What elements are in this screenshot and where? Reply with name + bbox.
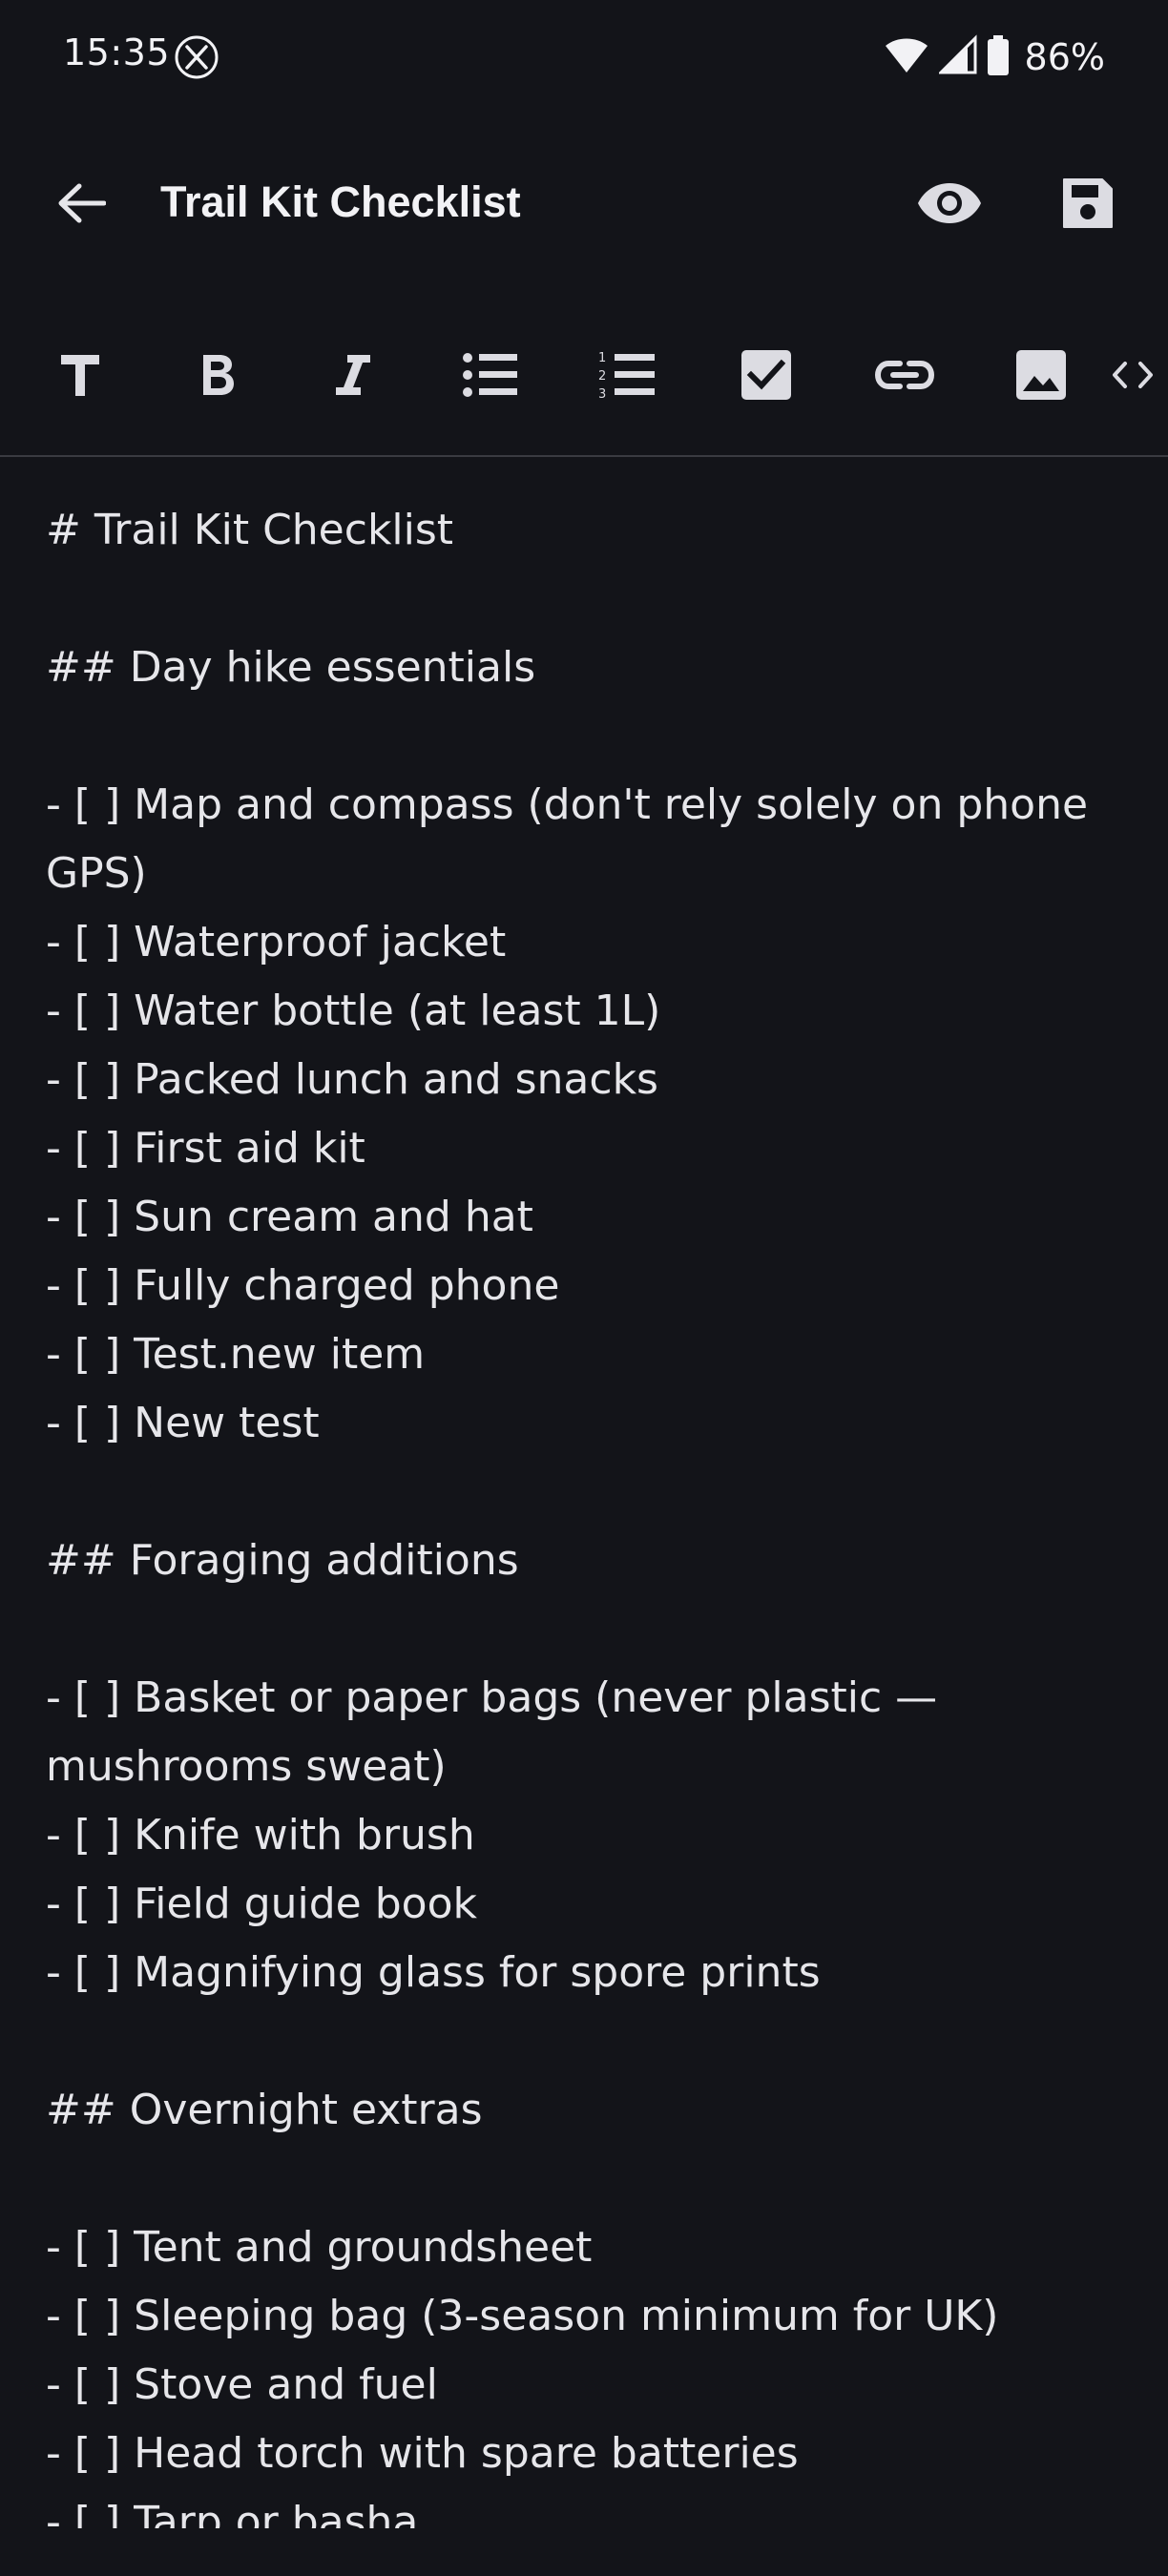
- editor-line: - [ ] Test.new item: [46, 1330, 426, 1379]
- status-indicators: 86%: [884, 29, 1105, 86]
- battery-icon: [987, 34, 1010, 80]
- editor-line: - [ ] Basket or paper bags (never plasti…: [46, 1673, 938, 1722]
- arrow-back-icon: [56, 182, 107, 228]
- floppy-disk-icon: [1060, 176, 1116, 235]
- editor-line: ## Foraging additions: [46, 1536, 519, 1585]
- editor-line: - [ ] Map and compass (don't rely solely…: [46, 780, 1089, 829]
- italic-button[interactable]: [305, 329, 401, 425]
- editor-line: - [ ] Tent and groundsheet: [46, 2223, 593, 2272]
- back-button[interactable]: [38, 172, 124, 239]
- editor-line: - [ ] Head torch with spare batteries: [46, 2429, 799, 2478]
- link-button[interactable]: [857, 329, 952, 425]
- formatting-toolbar: 1 2 3: [0, 329, 1168, 425]
- editor-line: GPS): [46, 849, 147, 898]
- code-button[interactable]: [1097, 329, 1168, 425]
- editor-line: mushrooms sweat): [46, 1742, 447, 1791]
- editor-line: # Trail Kit Checklist: [46, 506, 454, 554]
- eye-icon: [916, 180, 983, 230]
- svg-text:3: 3: [598, 387, 606, 400]
- page-title: Trail Kit Checklist: [160, 177, 521, 226]
- code-icon: [1112, 361, 1154, 393]
- status-bar: 15:35 86%: [0, 0, 1168, 114]
- app-bar: Trail Kit Checklist: [0, 143, 1168, 267]
- save-button[interactable]: [1045, 167, 1131, 243]
- numbered-list-button[interactable]: 1 2 3: [579, 329, 675, 425]
- editor-line: - [ ] Fully charged phone: [46, 1261, 560, 1310]
- editor-line: - [ ] First aid kit: [46, 1124, 365, 1173]
- bold-icon: [199, 352, 236, 402]
- italic-icon: [334, 352, 372, 402]
- preview-button[interactable]: [907, 167, 992, 243]
- checkbox-icon: [740, 349, 792, 405]
- editor-line: - [ ] Field guide book: [46, 1880, 477, 1928]
- editor-line: - [ ] Sun cream and hat: [46, 1193, 533, 1241]
- cell-signal-icon: [936, 34, 977, 80]
- editor-line: - [ ] Water bottle (at least 1L): [46, 987, 661, 1035]
- editor-line: - [ ] Packed lunch and snacks: [46, 1055, 658, 1104]
- markdown-editor[interactable]: # Trail Kit Checklist ## Day hike essent…: [46, 496, 1134, 2528]
- heading-button[interactable]: [32, 329, 128, 425]
- editor-bottom-edge: [0, 2528, 1168, 2576]
- battery-percent: 86%: [1024, 36, 1105, 78]
- toolbar-divider: [0, 455, 1168, 457]
- editor-line: - [ ] Magnifying glass for spore prints: [46, 1948, 821, 1997]
- editor-line: - [ ] Waterproof jacket: [46, 918, 507, 966]
- editor-line: - [ ] New test: [46, 1399, 320, 1447]
- bulleted-list-icon: [462, 352, 519, 402]
- bulleted-list-button[interactable]: [443, 329, 538, 425]
- text-heading-icon: [59, 352, 101, 402]
- editor-line: - [ ] Knife with brush: [46, 1811, 475, 1859]
- svg-text:1: 1: [598, 351, 606, 365]
- image-icon: [1015, 349, 1067, 405]
- checkbox-button[interactable]: [719, 329, 814, 425]
- editor-line: ## Overnight extras: [46, 2086, 483, 2134]
- editor-line: - [ ] Stove and fuel: [46, 2360, 438, 2409]
- editor-line: - [ ] Tarp or basha: [46, 2498, 419, 2528]
- editor-line: ## Day hike essentials: [46, 643, 536, 692]
- bold-button[interactable]: [170, 329, 265, 425]
- status-time: 15:35: [63, 31, 171, 73]
- link-icon: [874, 360, 935, 394]
- x-app-notification-icon: [174, 34, 219, 80]
- wifi-icon: [884, 34, 929, 80]
- image-button[interactable]: [993, 329, 1089, 425]
- svg-text:2: 2: [598, 369, 606, 384]
- editor-line: - [ ] Sleeping bag (3-season minimum for…: [46, 2292, 999, 2340]
- numbered-list-icon: 1 2 3: [597, 350, 657, 404]
